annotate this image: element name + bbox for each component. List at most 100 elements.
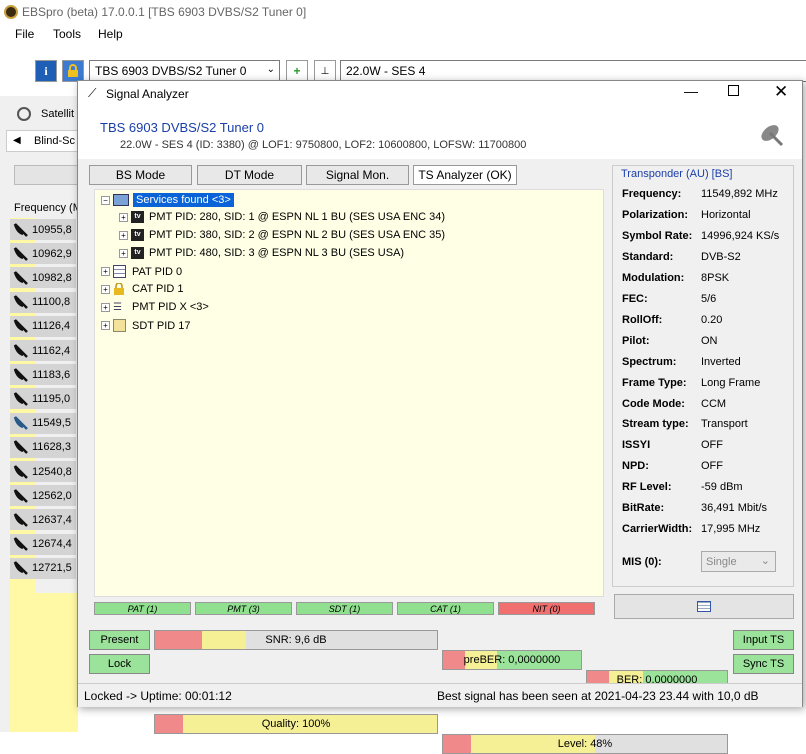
tab-blind-scan[interactable]: ◀ Blind-Sc: [6, 130, 78, 152]
maximize-icon[interactable]: [728, 85, 739, 96]
frequency-row[interactable]: 10982,8: [10, 267, 76, 289]
tree-service[interactable]: + tv PMT PID: 480, SID: 3 @ ESPN NL 3 BU…: [119, 247, 404, 259]
transponder-value: -59 dBm: [701, 481, 743, 494]
dish-icon: [10, 268, 32, 288]
tree-service[interactable]: + tv PMT PID: 280, SID: 1 @ ESPN NL 1 BU…: [119, 211, 445, 223]
menu-file[interactable]: File: [15, 27, 34, 41]
satellite-select[interactable]: 22.0W - SES 4: [340, 60, 806, 82]
tab-signal-mon[interactable]: Signal Mon.: [306, 165, 409, 185]
tree-service-label: PMT PID: 480, SID: 3 @ ESPN NL 3 BU (SES…: [149, 247, 405, 259]
transponder-key: NPD:: [622, 460, 649, 473]
tab-dt-mode[interactable]: DT Mode: [197, 165, 302, 185]
transponder-title: Transponder (AU) [BS]: [621, 168, 733, 180]
frequency-value: 11100,8: [32, 296, 71, 309]
app-title: EBSpro (beta) 17.0.0.1 [TBS 6903 DVBS/S2…: [22, 5, 307, 19]
transponder-value: 36,491 Mbit/s: [701, 502, 768, 515]
frequency-row[interactable]: 12562,0: [10, 485, 76, 507]
expand-icon[interactable]: +: [101, 284, 110, 294]
frequency-value: 11162,4: [32, 344, 71, 357]
tree-service[interactable]: + tv PMT PID: 380, SID: 2 @ ESPN NL 2 BU…: [119, 229, 445, 241]
frequency-row[interactable]: 10955,8: [10, 219, 76, 240]
expand-icon[interactable]: +: [119, 212, 128, 222]
minimize-icon[interactable]: —: [684, 83, 698, 99]
expand-icon[interactable]: +: [119, 248, 128, 258]
collapse-icon[interactable]: −: [101, 195, 110, 205]
close-icon[interactable]: ✕: [774, 82, 788, 102]
ts-tree: − Services found <3> + tv PMT PID: 280, …: [94, 189, 604, 597]
main-titlebar: EBSpro (beta) 17.0.0.1 [TBS 6903 DVBS/S2…: [0, 0, 806, 24]
chevron-down-icon: ⌄: [266, 64, 275, 75]
frequency-row[interactable]: 11126,4: [10, 315, 76, 337]
lock-button[interactable]: Lock: [89, 654, 150, 674]
transponder-value: 14996,924 KS/s: [701, 229, 780, 242]
tv-folder-icon: [113, 194, 129, 206]
dish-icon[interactable]: ⊥: [314, 60, 336, 82]
add-icon[interactable]: +: [286, 60, 308, 82]
frequency-row[interactable]: 10962,9: [10, 243, 76, 265]
transponder-key: RF Level:: [622, 481, 672, 494]
frequency-row[interactable]: 11549,5: [10, 412, 76, 434]
tree-pmt[interactable]: + ☰ PMT PID X <3>: [101, 301, 209, 313]
frequency-row[interactable]: 11183,6: [10, 364, 76, 386]
lock-icon[interactable]: [62, 60, 84, 82]
scan-button[interactable]: [14, 165, 78, 185]
tab-ts-analyzer[interactable]: TS Analyzer (OK): [413, 165, 517, 185]
tab-satellite[interactable]: Satellit: [41, 108, 74, 120]
expand-icon[interactable]: +: [101, 267, 110, 276]
quality-meter: Quality: 100%: [154, 714, 438, 734]
mis-select-value: Single: [706, 556, 737, 568]
tree-root[interactable]: − Services found <3>: [101, 193, 234, 207]
menu-tools[interactable]: Tools: [53, 27, 81, 41]
transponder-value: CCM: [701, 397, 727, 410]
tab-bs-mode[interactable]: BS Mode: [89, 165, 192, 185]
snr-label: SNR: 9,6 dB: [265, 634, 327, 646]
expand-icon[interactable]: +: [101, 321, 110, 330]
frequency-value: 12637,4: [32, 513, 72, 526]
frequency-row[interactable]: 12540,8: [10, 461, 76, 482]
tree-sdt[interactable]: + SDT PID 17: [101, 319, 191, 332]
expand-icon[interactable]: +: [101, 302, 110, 312]
transponder-key: Frequency:: [622, 188, 682, 200]
frequency-value: 10955,8: [32, 223, 72, 236]
transponder-key: CarrierWidth:: [622, 523, 693, 536]
frequency-row[interactable]: 12637,4: [10, 509, 76, 531]
tree-cat[interactable]: + CAT PID 1: [101, 282, 184, 295]
input-ts-button[interactable]: Input TS: [733, 630, 794, 650]
menu-help[interactable]: Help: [98, 27, 123, 41]
transponder-value: Transport: [701, 418, 748, 431]
dish-icon: [10, 316, 32, 336]
dish-icon: [10, 558, 32, 578]
preber-label: preBER: 0,0000000: [463, 654, 561, 666]
dish-icon: [10, 341, 32, 361]
transponder-panel: Transponder (AU) [BS] Frequency: 11549,89…: [612, 165, 794, 587]
dialog-lnb-info: 22.0W - SES 4 (ID: 3380) @ LOF1: 9750800…: [120, 139, 527, 151]
tree-pmt-label: PMT PID X <3>: [132, 301, 209, 313]
transponder-key: Pilot:: [622, 334, 650, 347]
table-icon: [113, 265, 126, 278]
info-icon[interactable]: i: [35, 60, 57, 82]
transponder-key: Modulation:: [622, 271, 685, 284]
table-view-button[interactable]: [614, 594, 794, 619]
present-button[interactable]: Present: [89, 630, 150, 650]
frequency-value: 10982,8: [32, 271, 72, 284]
frequency-value: 12562,0: [32, 489, 72, 502]
expand-icon[interactable]: +: [119, 230, 128, 240]
mis-select[interactable]: Single ⌄: [701, 551, 776, 572]
tuner-select[interactable]: TBS 6903 DVBS/S2 Tuner 0 ⌄: [89, 60, 280, 82]
frequency-row[interactable]: 12674,4: [10, 533, 76, 555]
level-label: Level: 48%: [557, 738, 613, 750]
frequency-row[interactable]: 11628,3: [10, 436, 76, 458]
frequency-row[interactable]: 11195,0: [10, 388, 76, 410]
transponder-value: 11549,892 MHz: [701, 188, 778, 200]
frequency-row[interactable]: 11162,4: [10, 340, 76, 361]
status-pat-label: PAT (1): [127, 603, 158, 614]
frequency-row[interactable]: 11100,8: [10, 291, 76, 313]
sync-ts-button[interactable]: Sync TS: [733, 654, 794, 674]
transponder-key: Polarization:: [622, 208, 689, 221]
frequency-value: 11195,0: [32, 392, 71, 405]
tree-pat[interactable]: + PAT PID 0: [101, 265, 182, 278]
tv-icon: tv: [131, 229, 144, 241]
frequency-row[interactable]: 12721,5: [10, 557, 76, 579]
dish-icon: [10, 534, 32, 554]
dish-icon: [10, 292, 32, 312]
